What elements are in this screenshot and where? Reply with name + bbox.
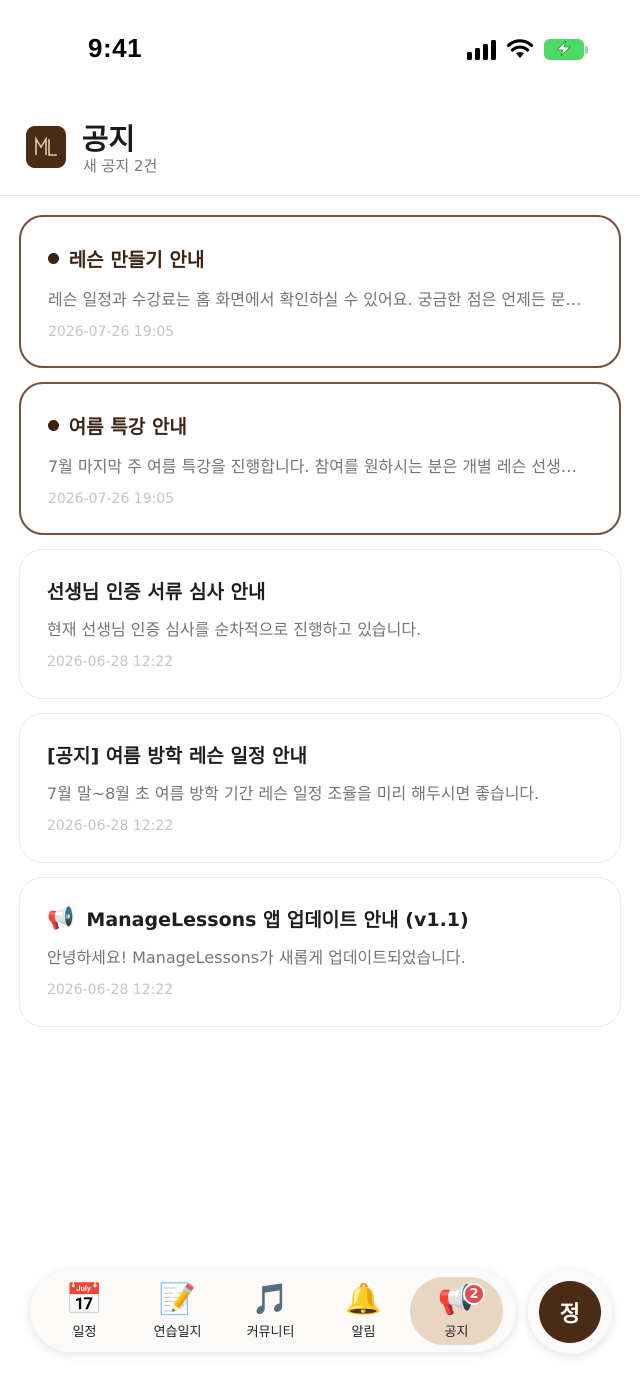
notice-title: 레슨 만들기 안내: [69, 249, 205, 271]
tab-label: 커뮤니티: [246, 1324, 295, 1340]
unread-dot-icon: [48, 253, 59, 264]
cellular-signal-icon: [467, 38, 496, 60]
notice-title: 선생님 인증 서류 심사 안내: [47, 581, 266, 603]
tab-label: 알림: [351, 1324, 376, 1340]
notice-title: 여름 특강 안내: [69, 416, 188, 438]
tab-schedule[interactable]: 📅 일정: [38, 1277, 131, 1345]
notice-date: 2026-07-26 19:05: [48, 324, 175, 340]
notice-screen: 9:41 공지 새 공지 2건 레슨 만들기 안내 레슨 일정과 수강료는 홈 …: [0, 0, 640, 1390]
app-logo-icon: [26, 126, 66, 168]
tab-notices[interactable]: 📢 2 공지: [410, 1277, 503, 1345]
notice-card[interactable]: 레슨 만들기 안내 레슨 일정과 수강료는 홈 화면에서 확인하실 수 있어요.…: [19, 215, 621, 368]
notice-card[interactable]: 📢 ManageLessons 앱 업데이트 안내 (v1.1) 안녕하세요! …: [19, 877, 621, 1027]
memo-icon: 📝: [158, 1281, 197, 1317]
notice-preview: 7월 말~8월 초 여름 방학 기간 레슨 일정 조율을 미리 해두시면 좋습니…: [47, 784, 540, 803]
page-header: 공지 새 공지 2건: [0, 100, 640, 196]
bell-icon: 🔔: [344, 1281, 383, 1317]
unread-dot-icon: [48, 420, 59, 431]
notice-title: [공지] 여름 방학 레슨 일정 안내: [47, 745, 308, 767]
tab-label: 연습일지: [153, 1324, 202, 1340]
status-bar: 9:41: [0, 0, 640, 100]
status-icons: [467, 38, 588, 60]
page-title: 공지: [82, 122, 136, 156]
notice-preview: 7월 마지막 주 여름 특강을 진행합니다. 참여를 원하시는 분은 개별 레슨…: [48, 457, 583, 476]
music-note-icon: 🎵: [251, 1281, 290, 1317]
tab-label: 공지: [444, 1324, 469, 1340]
calendar-icon: 📅: [65, 1281, 104, 1317]
notice-title: ManageLessons 앱 업데이트 안내 (v1.1): [86, 909, 469, 931]
notice-badge: 2: [463, 1283, 485, 1305]
notice-title-row: 레슨 만들기 안내: [48, 245, 595, 272]
wifi-icon: [506, 39, 534, 58]
new-notice-count: 새 공지 2건: [83, 157, 158, 175]
tab-practice-log[interactable]: 📝 연습일지: [131, 1277, 224, 1345]
notice-title-row: 📢 ManageLessons 앱 업데이트 안내 (v1.1): [47, 905, 596, 932]
notice-card[interactable]: [공지] 여름 방학 레슨 일정 안내 7월 말~8월 초 여름 방학 기간 레…: [19, 713, 621, 863]
tab-notifications[interactable]: 🔔 알림: [317, 1277, 410, 1345]
notice-date: 2026-06-28 12:22: [47, 818, 174, 834]
notice-preview: 안녕하세요! ManageLessons가 새롭게 업데이트되었습니다.: [47, 948, 466, 967]
notice-card[interactable]: 여름 특강 안내 7월 마지막 주 여름 특강을 진행합니다. 참여를 원하시는…: [19, 382, 621, 535]
notice-list: 레슨 만들기 안내 레슨 일정과 수강료는 홈 화면에서 확인하실 수 있어요.…: [19, 215, 621, 1041]
notice-date: 2026-07-26 19:05: [48, 491, 175, 507]
tab-community[interactable]: 🎵 커뮤니티: [224, 1277, 317, 1345]
bottom-tab-bar: 📅 일정 📝 연습일지 🎵 커뮤니티 🔔 알림 📢 2 공지: [30, 1270, 516, 1352]
notice-title-row: [공지] 여름 방학 레슨 일정 안내: [47, 741, 596, 768]
notice-date: 2026-06-28 12:22: [47, 982, 174, 998]
notice-preview: 레슨 일정과 수강료는 홈 화면에서 확인하실 수 있어요. 궁금한 점은 언제…: [48, 290, 583, 309]
notice-card[interactable]: 선생님 인증 서류 심사 안내 현재 선생님 인증 심사를 순차적으로 진행하고…: [19, 549, 621, 699]
tab-label: 일정: [72, 1324, 97, 1340]
profile-button-wrap: 정: [528, 1270, 612, 1354]
notice-date: 2026-06-28 12:22: [47, 654, 174, 670]
notice-title-row: 여름 특강 안내: [48, 412, 595, 439]
status-time: 9:41: [88, 33, 143, 63]
notice-title-row: 선생님 인증 서류 심사 안내: [47, 577, 596, 604]
notice-preview: 현재 선생님 인증 심사를 순차적으로 진행하고 있습니다.: [47, 620, 422, 639]
profile-avatar-button[interactable]: 정: [539, 1281, 601, 1343]
battery-charging-icon: [544, 38, 588, 60]
megaphone-icon: 📢: [47, 906, 75, 931]
